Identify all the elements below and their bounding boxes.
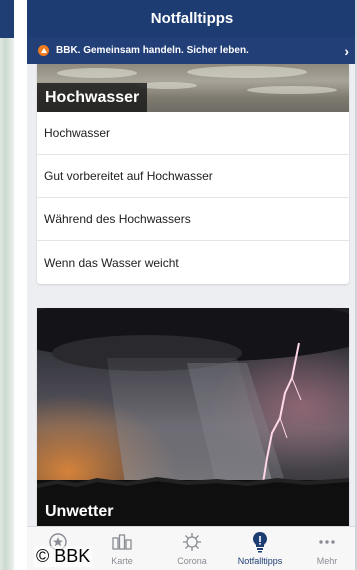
tab-label: Notfalltipps: [237, 556, 283, 566]
flood-image: Hochwasser: [37, 64, 349, 112]
list-item-gut-vorbereitet[interactable]: Gut vorbereitet auf Hochwasser: [37, 155, 349, 198]
screen-gap: [14, 0, 27, 570]
tab-karte[interactable]: Karte: [97, 527, 147, 570]
bbk-banner[interactable]: BBK. Gemeinsam handeln. Sicher leben. ›: [27, 37, 357, 64]
list-item-label: Hochwasser: [44, 126, 111, 140]
tab-label: Corona: [177, 556, 207, 566]
tab-mehr[interactable]: Mehr: [305, 527, 349, 570]
page-title: Notfalltipps: [27, 0, 357, 37]
tab-label: Mehr: [316, 556, 338, 566]
lightbulb-icon: [250, 530, 270, 554]
flood-topic-list: Hochwasser Gut vorbereitet auf Hochwasse…: [37, 112, 349, 284]
storm-image: [37, 308, 349, 526]
list-item-label: Wenn das Wasser weicht: [44, 255, 179, 270]
app-screen: Notfalltipps BBK. Gemeinsam handeln. Sic…: [27, 0, 357, 570]
flood-card: Hochwasser Hochwasser Gut vorbereitet au…: [37, 64, 349, 284]
adjacent-screen-edge: [0, 0, 14, 570]
list-item-hochwasser[interactable]: Hochwasser: [37, 112, 349, 155]
flood-card-title: Hochwasser: [37, 83, 148, 112]
list-item-label: Gut vorbereitet auf Hochwasser: [44, 169, 213, 183]
list-item-wenn-weicht[interactable]: Wenn das Wasser weicht: [37, 241, 349, 284]
chevron-right-icon: ›: [344, 43, 349, 59]
list-item-label: Während des Hochwassers: [44, 212, 191, 226]
storm-card-title: Unwetter: [37, 497, 122, 526]
warning-icon: [38, 45, 49, 56]
virus-icon: [182, 530, 202, 554]
map-icon: [111, 530, 133, 554]
more-dots-icon: [317, 530, 337, 554]
copyright-label: © BBK: [34, 546, 93, 567]
storm-card[interactable]: Unwetter: [37, 308, 349, 526]
tab-corona[interactable]: Corona: [167, 527, 217, 570]
tab-label: Karte: [111, 556, 133, 566]
tab-notfalltipps[interactable]: Notfalltipps: [229, 527, 291, 570]
banner-text: BBK. Gemeinsam handeln. Sicher leben.: [56, 45, 249, 56]
list-item-waehrend[interactable]: Während des Hochwassers: [37, 198, 349, 241]
